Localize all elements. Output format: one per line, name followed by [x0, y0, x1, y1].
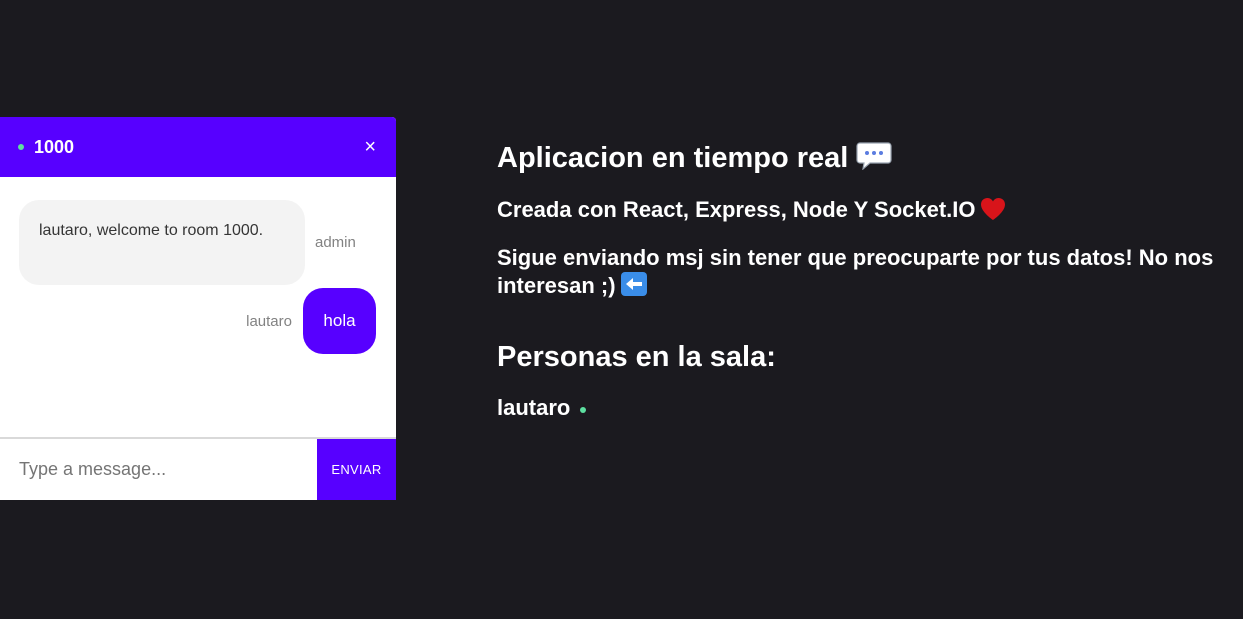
message-input[interactable] — [0, 439, 317, 500]
people-title: Personas en la sala: — [497, 341, 776, 374]
message-bubble-sent: hola — [303, 288, 376, 354]
subtitle: Creada con React, Express, Node Y Socket… — [497, 196, 1237, 224]
room-name: 1000 — [34, 136, 75, 157]
message-sender: admin — [315, 234, 356, 251]
heart-icon — [980, 197, 1006, 221]
message-sender: lautaro — [246, 312, 292, 330]
message-list: lautaro, welcome to room 1000. admin lau… — [0, 177, 396, 437]
close-button[interactable]: × — [362, 137, 378, 157]
online-dot-icon — [580, 406, 587, 413]
subtitle-text: Creada con React, Express, Node Y Socket… — [497, 197, 976, 222]
page-title-text: Aplicacion en tiempo real — [497, 142, 849, 174]
people-list: lautaro — [497, 395, 1237, 421]
page-title: Aplicacion en tiempo real — [497, 140, 1237, 176]
info-panel: Aplicacion en tiempo real Creada con Rea… — [497, 140, 1237, 421]
message-row-received: lautaro, welcome to room 1000. admin — [19, 200, 356, 285]
send-button[interactable]: ENVIAR — [317, 439, 396, 500]
left-arrow-icon — [620, 271, 648, 297]
speech-balloon-icon — [856, 142, 892, 171]
person-name: lautaro — [497, 395, 571, 421]
online-dot-icon — [18, 144, 24, 150]
description: Sigue enviando msj sin tener que preocup… — [497, 244, 1237, 300]
chat-window: 1000 × lautaro, welcome to room 1000. ad… — [0, 117, 396, 500]
message-bubble-received: lautaro, welcome to room 1000. — [19, 200, 305, 285]
description-text: Sigue enviando msj sin tener que preocup… — [497, 245, 1214, 298]
message-composer: ENVIAR — [0, 437, 396, 500]
message-row-sent: lautaro hola — [246, 288, 376, 354]
chat-header: 1000 × — [0, 117, 396, 177]
